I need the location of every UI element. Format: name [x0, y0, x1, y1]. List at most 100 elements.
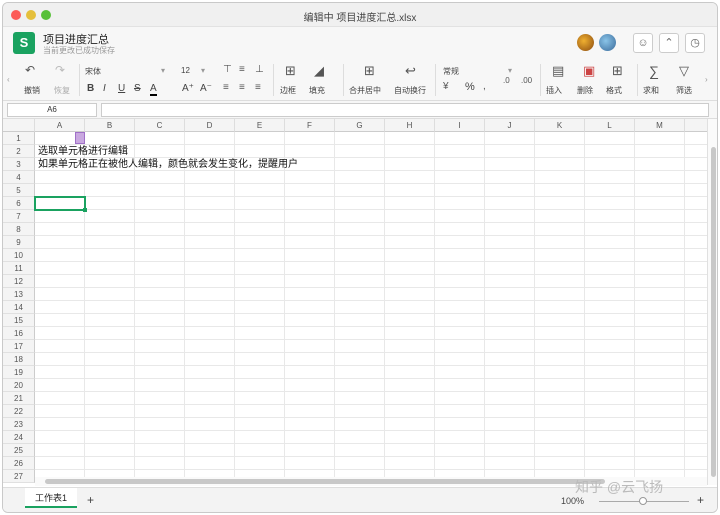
- row-header[interactable]: 26: [3, 457, 35, 470]
- align-center-icon[interactable]: ≡: [239, 82, 245, 93]
- cell[interactable]: [585, 236, 635, 249]
- cell[interactable]: [135, 301, 185, 314]
- cell[interactable]: [535, 288, 585, 301]
- column-header[interactable]: M: [635, 119, 685, 132]
- delete-icon[interactable]: ▣: [583, 63, 595, 79]
- cell[interactable]: [285, 301, 335, 314]
- cell[interactable]: [35, 418, 85, 431]
- cell[interactable]: [435, 184, 485, 197]
- cell[interactable]: [685, 197, 707, 210]
- cell[interactable]: [685, 431, 707, 444]
- cell[interactable]: [635, 418, 685, 431]
- cell[interactable]: [285, 457, 335, 470]
- cell[interactable]: [385, 171, 435, 184]
- cell[interactable]: [135, 418, 185, 431]
- cell[interactable]: [185, 379, 235, 392]
- cell[interactable]: [335, 431, 385, 444]
- column-header[interactable]: E: [235, 119, 285, 132]
- cell[interactable]: [435, 301, 485, 314]
- sum-button[interactable]: 求和: [643, 85, 659, 96]
- cell[interactable]: [585, 223, 635, 236]
- cell[interactable]: [435, 405, 485, 418]
- cell[interactable]: [485, 210, 535, 223]
- cell[interactable]: [685, 340, 707, 353]
- cell[interactable]: [185, 288, 235, 301]
- cell[interactable]: [85, 210, 135, 223]
- row-header[interactable]: 27: [3, 470, 35, 483]
- font-size-select[interactable]: 12: [181, 66, 190, 75]
- row-header[interactable]: 3: [3, 158, 35, 171]
- cell[interactable]: [135, 314, 185, 327]
- cell[interactable]: [235, 340, 285, 353]
- cell[interactable]: [535, 314, 585, 327]
- cell[interactable]: [285, 353, 335, 366]
- cell[interactable]: [535, 158, 585, 171]
- cell[interactable]: [35, 405, 85, 418]
- cell[interactable]: [585, 301, 635, 314]
- row-header[interactable]: 13: [3, 288, 35, 301]
- cell[interactable]: [385, 353, 435, 366]
- cell[interactable]: [635, 262, 685, 275]
- cell[interactable]: [235, 184, 285, 197]
- zoom-slider-handle[interactable]: [639, 497, 647, 505]
- cell[interactable]: [535, 262, 585, 275]
- cell[interactable]: [235, 275, 285, 288]
- row-header[interactable]: 20: [3, 379, 35, 392]
- cell[interactable]: [535, 145, 585, 158]
- cell[interactable]: [285, 366, 335, 379]
- cell[interactable]: [585, 145, 635, 158]
- cell[interactable]: [35, 457, 85, 470]
- cell[interactable]: [35, 275, 85, 288]
- cell[interactable]: [235, 145, 285, 158]
- row-header[interactable]: 12: [3, 275, 35, 288]
- cell[interactable]: [535, 392, 585, 405]
- cell[interactable]: [135, 236, 185, 249]
- cell[interactable]: [285, 405, 335, 418]
- cell[interactable]: [685, 171, 707, 184]
- bold-button[interactable]: B: [87, 83, 94, 94]
- format-button[interactable]: 格式: [606, 85, 622, 96]
- cell[interactable]: [135, 197, 185, 210]
- cell[interactable]: [335, 327, 385, 340]
- cell[interactable]: [385, 275, 435, 288]
- column-header[interactable]: H: [385, 119, 435, 132]
- cell[interactable]: [285, 327, 335, 340]
- cell[interactable]: [35, 210, 85, 223]
- cell[interactable]: [135, 366, 185, 379]
- cell[interactable]: [385, 444, 435, 457]
- cell[interactable]: [435, 366, 485, 379]
- cell[interactable]: [585, 405, 635, 418]
- cell[interactable]: [685, 288, 707, 301]
- fill-color-icon[interactable]: ◢: [314, 63, 324, 79]
- cell[interactable]: [85, 392, 135, 405]
- row-header[interactable]: 22: [3, 405, 35, 418]
- column-header[interactable]: I: [435, 119, 485, 132]
- cell[interactable]: [35, 392, 85, 405]
- cell[interactable]: [35, 288, 85, 301]
- cell[interactable]: [35, 444, 85, 457]
- cell[interactable]: [435, 197, 485, 210]
- number-format-select[interactable]: 常规: [443, 66, 459, 77]
- cell[interactable]: [535, 457, 585, 470]
- cell[interactable]: [285, 145, 335, 158]
- cell[interactable]: [635, 314, 685, 327]
- cell[interactable]: [285, 249, 335, 262]
- align-left-icon[interactable]: ≡: [223, 82, 229, 93]
- cell[interactable]: [235, 249, 285, 262]
- cell[interactable]: [285, 379, 335, 392]
- cell[interactable]: [335, 366, 385, 379]
- cell[interactable]: [185, 418, 235, 431]
- column-header[interactable]: D: [185, 119, 235, 132]
- cell[interactable]: [435, 457, 485, 470]
- cell[interactable]: [435, 431, 485, 444]
- cell[interactable]: [435, 288, 485, 301]
- cell[interactable]: [285, 392, 335, 405]
- cell[interactable]: [85, 184, 135, 197]
- cell[interactable]: [585, 366, 635, 379]
- cell[interactable]: [85, 431, 135, 444]
- cell[interactable]: [385, 132, 435, 145]
- cell[interactable]: [635, 223, 685, 236]
- cell[interactable]: [485, 340, 535, 353]
- cell[interactable]: [535, 431, 585, 444]
- zoom-in-button[interactable]: +: [697, 493, 704, 507]
